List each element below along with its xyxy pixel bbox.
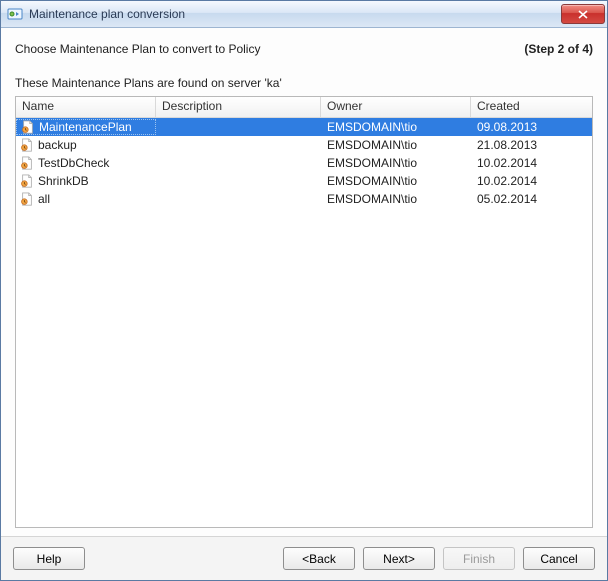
cell-name: MaintenancePlan <box>16 119 156 135</box>
footer: Help <Back Next> Finish Cancel <box>1 536 607 580</box>
column-header-name[interactable]: Name <box>16 97 156 117</box>
column-header-created[interactable]: Created <box>471 97 592 117</box>
app-icon <box>7 6 23 22</box>
table-header: Name Description Owner Created <box>16 97 592 118</box>
next-button[interactable]: Next> <box>363 547 435 570</box>
plan-icon <box>20 138 34 152</box>
table-row[interactable]: TestDbCheck EMSDOMAIN\tio10.02.2014 <box>16 154 592 172</box>
cell-created: 05.02.2014 <box>471 192 592 206</box>
help-button[interactable]: Help <box>13 547 85 570</box>
plan-icon <box>20 192 34 206</box>
cell-name: TestDbCheck <box>16 156 156 170</box>
content-area: Choose Maintenance Plan to convert to Po… <box>1 28 607 536</box>
cell-created: 10.02.2014 <box>471 156 592 170</box>
step-indicator: (Step 2 of 4) <box>524 42 593 56</box>
cell-name: all <box>16 192 156 206</box>
instruction-text: Choose Maintenance Plan to convert to Po… <box>15 42 260 56</box>
header-row: Choose Maintenance Plan to convert to Po… <box>15 42 593 56</box>
finish-button[interactable]: Finish <box>443 547 515 570</box>
plan-icon <box>21 120 35 134</box>
cancel-button[interactable]: Cancel <box>523 547 595 570</box>
cell-created: 10.02.2014 <box>471 174 592 188</box>
cell-owner: EMSDOMAIN\tio <box>321 156 471 170</box>
back-button[interactable]: <Back <box>283 547 355 570</box>
column-header-description[interactable]: Description <box>156 97 321 117</box>
cell-owner: EMSDOMAIN\tio <box>321 174 471 188</box>
table-row[interactable]: MaintenancePlan EMSDOMAIN\tio09.08.2013 <box>16 118 592 136</box>
cell-name: backup <box>16 138 156 152</box>
close-button[interactable] <box>561 4 605 24</box>
plans-table: Name Description Owner Created Maintenan… <box>15 96 593 528</box>
table-body: MaintenancePlanEMSDOMAIN\tio09.08.2013 b… <box>16 118 592 527</box>
table-row[interactable]: all EMSDOMAIN\tio05.02.2014 <box>16 190 592 208</box>
cell-created: 21.08.2013 <box>471 138 592 152</box>
table-row[interactable]: ShrinkDB EMSDOMAIN\tio10.02.2014 <box>16 172 592 190</box>
cell-name-text: backup <box>38 138 77 152</box>
cell-owner: EMSDOMAIN\tio <box>321 138 471 152</box>
column-header-owner[interactable]: Owner <box>321 97 471 117</box>
cell-created: 09.08.2013 <box>471 120 592 134</box>
table-row[interactable]: backup EMSDOMAIN\tio21.08.2013 <box>16 136 592 154</box>
plan-icon <box>20 174 34 188</box>
window-title: Maintenance plan conversion <box>29 7 561 21</box>
cell-name-text: ShrinkDB <box>38 174 89 188</box>
subtitle-text: These Maintenance Plans are found on ser… <box>15 76 593 90</box>
close-icon <box>578 10 588 19</box>
cell-name-text: all <box>38 192 50 206</box>
cell-name-text: TestDbCheck <box>38 156 109 170</box>
cell-name-text: MaintenancePlan <box>39 120 132 134</box>
titlebar: Maintenance plan conversion <box>1 1 607 28</box>
cell-name: ShrinkDB <box>16 174 156 188</box>
cell-owner: EMSDOMAIN\tio <box>321 192 471 206</box>
cell-owner: EMSDOMAIN\tio <box>321 120 471 134</box>
dialog-window: Maintenance plan conversion Choose Maint… <box>0 0 608 581</box>
plan-icon <box>20 156 34 170</box>
